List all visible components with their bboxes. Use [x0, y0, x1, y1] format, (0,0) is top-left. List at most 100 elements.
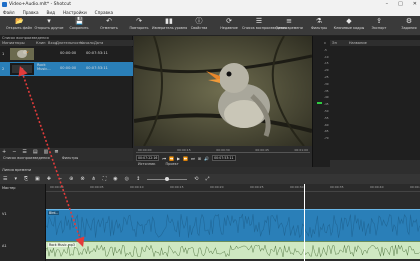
main-toolbar: 📂 Открыть файл ▾ Открыть другое 💾 Сохранить ↶ О…	[0, 16, 420, 36]
col-start[interactable]: Начало	[78, 41, 94, 45]
video-viewer[interactable]	[134, 36, 312, 146]
zoom-slider-knob[interactable]	[165, 177, 170, 181]
playlist-row[interactable]: 1 00:00:00 00:07:53:11	[0, 47, 133, 61]
tab-filters[interactable]: Фильтры	[62, 156, 79, 160]
rewind-icon[interactable]: ⏪	[169, 156, 174, 161]
menu-edit[interactable]: Правка	[23, 10, 39, 15]
snap-icon[interactable]: ⛶	[103, 176, 107, 182]
toolbar-button-save[interactable]: 💾 Сохранить	[62, 18, 96, 35]
meter-scale: 0 -5 -10 -15 -20 -25 -30 -35 -40 -45 -50 -55 -60 -65 -…	[324, 40, 329, 142]
toolbar-button-undo[interactable]: ↶ Отменить	[92, 18, 126, 35]
toolbar-button-playlist[interactable]: ☰ Список воспроизведения	[242, 18, 287, 35]
jobs-icon: ⚙	[405, 17, 413, 25]
properties-footer	[330, 160, 420, 167]
player-tick: 00:00:45	[255, 148, 269, 152]
toolbar-button-redo[interactable]: ↷ Повторить	[122, 18, 156, 35]
meter-tick: -5	[324, 47, 327, 52]
menu-icon[interactable]: ☰	[3, 176, 7, 182]
toolbar-button-properties[interactable]: ⓘ Свойства	[182, 18, 216, 35]
menu-button[interactable]: ☰	[22, 149, 26, 155]
audio-track-label[interactable]: A1	[2, 244, 7, 248]
remove-icon[interactable]: −	[58, 176, 62, 182]
zoom-slider[interactable]	[147, 177, 188, 181]
play-icon[interactable]: ▶	[177, 156, 180, 161]
col-date[interactable]: Дата	[92, 41, 103, 45]
audio-track-clip[interactable]: Rock Music.mp3	[46, 241, 420, 259]
zoom-fit-icon[interactable]: ⤢	[205, 176, 209, 182]
video-track-label[interactable]: V1	[2, 212, 7, 216]
audio-thumbnail: ♫	[10, 63, 34, 75]
add-clip-button[interactable]: +	[2, 149, 6, 155]
current-timecode[interactable]: 00:07:22:16	[136, 155, 160, 161]
menu-view[interactable]: Вид	[47, 10, 56, 15]
toolbar-button-keyframes[interactable]: ◆ Ключевые кадры	[332, 18, 366, 35]
tab-source[interactable]: Источник	[138, 162, 155, 166]
copy-icon[interactable]: ⎘	[24, 176, 28, 182]
remove-clip-button[interactable]: −	[12, 149, 16, 155]
meter-tick: -10	[324, 54, 329, 59]
close-button[interactable]: ✕	[413, 1, 417, 7]
maximize-button[interactable]: □	[398, 1, 403, 7]
view-details-button[interactable]: ▤	[33, 149, 38, 155]
col-name[interactable]: Название	[349, 41, 367, 45]
tab-project[interactable]: Проект	[165, 162, 178, 166]
playlist-row-selected[interactable]: 2 ♫ Rock Music... 00:00:00 00:07:53:11	[0, 62, 133, 76]
video-frame	[134, 36, 312, 146]
skip-start-icon[interactable]: ⏮	[162, 156, 166, 161]
folder-open-icon: 📂	[15, 17, 24, 25]
meter-tick: -35	[324, 88, 329, 93]
toolbar-button-folder-open[interactable]: 📂 Открыть файл	[2, 18, 36, 35]
row-number: 2	[2, 67, 5, 71]
menu-file[interactable]: Файл	[3, 10, 15, 15]
ruler-tick: 00:00:45	[410, 185, 420, 189]
playhead[interactable]	[304, 184, 305, 261]
view-tiles-button[interactable]: ▥	[44, 149, 49, 155]
minimize-button[interactable]: –	[386, 1, 389, 7]
toolbar-button-export[interactable]: ⇪ Экспорт	[362, 18, 396, 35]
col-item[interactable]: Эл	[332, 41, 337, 45]
timeline-ruler[interactable]: 00:00:00 00:00:05 00:00:10 00:00:15 00:00:20…	[46, 184, 420, 192]
col-duration[interactable]: Длительность	[54, 41, 83, 45]
transport-panel: 00:00:00 00:00:15 00:00:30 00:00:45 00:0…	[134, 146, 312, 167]
filters-icon: ⚗	[315, 17, 323, 25]
lift-icon[interactable]: ⊕	[69, 176, 73, 182]
ruler-tick: 00:00:35	[330, 185, 344, 189]
toolbar-button-jobs[interactable]: ⚙ Задания	[392, 18, 420, 35]
total-timecode: 00:07:53:11	[212, 155, 236, 161]
toolbar-button-timeline[interactable]: ≡ Линия времени	[272, 18, 306, 35]
scrub-icon[interactable]: ◉	[113, 176, 117, 182]
rotate-icon[interactable]: ⟲	[194, 176, 198, 182]
col-clip[interactable]: Клип	[34, 41, 46, 45]
menu-settings[interactable]: Настройки	[63, 10, 87, 15]
col-thumbnails[interactable]: Миниатюры	[0, 41, 34, 45]
col-in[interactable]: Вход	[46, 41, 57, 45]
grid-icon[interactable]: ⊞	[198, 156, 201, 161]
tab-playlist[interactable]: Список воспроизведения	[3, 156, 50, 160]
ruler-tick: 00:00:15	[170, 185, 184, 189]
paste-icon[interactable]: ▣	[35, 176, 40, 182]
player-ruler[interactable]: 00:00:00 00:00:15 00:00:30 00:00:45 00:0…	[136, 148, 310, 153]
skip-end-icon[interactable]: ⏭	[191, 156, 195, 161]
toolbar-button-filters[interactable]: ⚗ Фильтры	[302, 18, 336, 35]
ripple-all-icon[interactable]: ↕	[136, 176, 140, 182]
overwrite-icon[interactable]: ⊗	[80, 176, 84, 182]
split-icon[interactable]: ⋔	[92, 176, 96, 182]
view-icons-button[interactable]: ≣	[54, 149, 58, 155]
volume-icon[interactable]: 🔊	[204, 156, 209, 161]
dropdown-icon[interactable]: ▾	[14, 176, 17, 182]
meter-tick: 0	[324, 41, 326, 45]
toolbar-button-open-other[interactable]: ▾ Открыть другое	[32, 18, 66, 35]
toolbar-button-peak-meter[interactable]: ▮▮ Измеритель уровня	[152, 18, 187, 35]
video-track-clip[interactable]: Bird...	[46, 209, 420, 241]
append-icon[interactable]: ✚	[47, 176, 51, 182]
ripple-icon[interactable]: ◎	[125, 176, 129, 182]
toolbar-label: Фильтры	[310, 26, 328, 30]
properties-panel: Эл Название	[330, 36, 420, 167]
master-track-label[interactable]: Мастер	[2, 186, 16, 190]
toolbar-button-recent[interactable]: ⟳ Недавние	[212, 18, 246, 35]
meter-level	[317, 102, 322, 104]
recent-icon: ⟳	[226, 17, 232, 25]
player-tick: 00:00:15	[177, 148, 191, 152]
fast-forward-icon[interactable]: ⏩	[183, 156, 188, 161]
menu-help[interactable]: Справка	[95, 10, 113, 15]
